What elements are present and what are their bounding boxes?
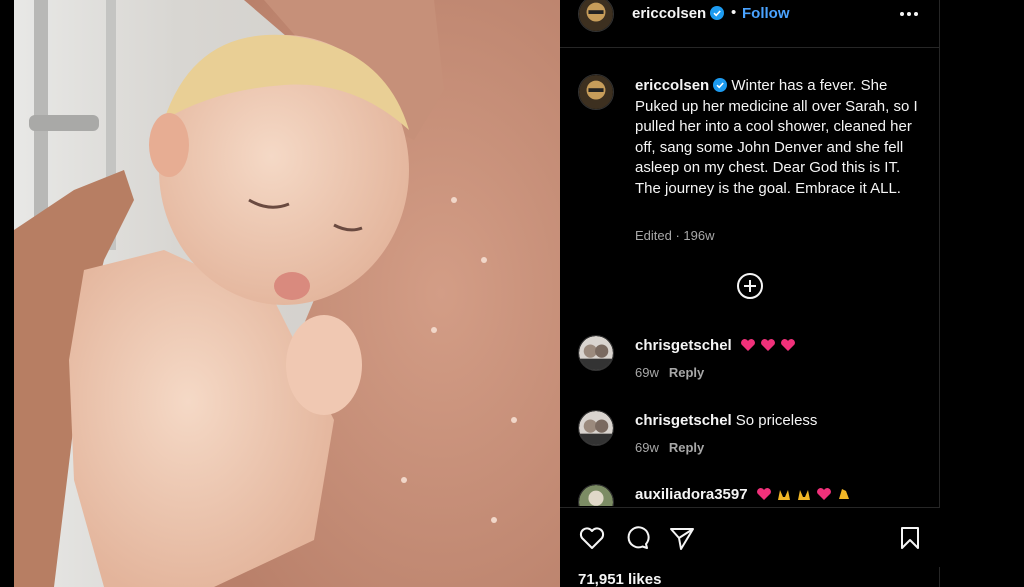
plus-circle-icon[interactable] [736, 272, 764, 300]
heart-emoji-icon [780, 339, 795, 351]
comment-age: 69w [635, 365, 659, 380]
raised-hands-emoji-icon [777, 490, 790, 500]
comment-username[interactable]: auxiliadora3597 [635, 486, 852, 503]
clapping-hands-emoji-icon [838, 489, 849, 499]
caption-text: Winter has a fever. She Puked up her med… [635, 77, 918, 197]
follow-button[interactable]: Follow [742, 5, 790, 22]
comment-item: auxiliadora3597 [560, 484, 940, 506]
comment-meta: 69w Reply [635, 365, 704, 380]
heart-emoji-icon [756, 488, 771, 500]
author-username[interactable]: ericcolsen [632, 5, 725, 22]
heart-emoji-icon [740, 339, 755, 351]
caption-author-avatar[interactable] [578, 74, 614, 110]
raised-hands-emoji-icon [797, 490, 810, 500]
commenter-avatar[interactable] [578, 335, 614, 371]
post-action-bar [560, 507, 940, 567]
verified-badge-icon [710, 6, 725, 20]
more-options-icon[interactable] [898, 4, 920, 24]
post-photo[interactable] [14, 0, 560, 587]
post-caption: ericcolsen Winter has a fever. She Puked… [635, 76, 925, 199]
reply-button[interactable]: Reply [669, 440, 704, 455]
comment-username[interactable]: chrisgetschel [635, 337, 796, 354]
comment-bubble-icon[interactable] [623, 524, 651, 552]
heart-emoji-icon [816, 488, 831, 500]
baby-sleeping-photo [14, 0, 560, 587]
comment-text: So priceless [735, 412, 818, 429]
comment-meta: 69w Reply [635, 440, 704, 455]
comment-age: 69w [635, 440, 659, 455]
verified-badge-icon [713, 78, 728, 92]
comment-item: chrisgetschel So priceless 69w Reply [560, 410, 940, 470]
heart-emoji-icon [760, 339, 775, 351]
send-icon[interactable] [668, 524, 696, 552]
edited-timestamp: Edited · 196w [635, 228, 715, 243]
separator-dot: • [731, 4, 737, 21]
comment-username[interactable]: chrisgetschel So priceless [635, 412, 817, 429]
post-detail-panel: ericcolsen • Follow ericcolsen Winter ha… [560, 0, 940, 587]
author-avatar[interactable] [578, 0, 614, 32]
comment-item: chrisgetschel 69w Reply [560, 335, 940, 395]
heart-outline-icon[interactable] [578, 524, 606, 552]
commenter-avatar[interactable] [578, 410, 614, 446]
bookmark-icon[interactable] [896, 524, 924, 552]
reply-button[interactable]: Reply [669, 365, 704, 380]
post-header: ericcolsen • Follow [560, 0, 940, 48]
commenter-avatar[interactable] [578, 484, 614, 506]
caption-username[interactable]: ericcolsen [635, 77, 728, 94]
likes-count[interactable]: 71,951 likes [578, 571, 661, 587]
